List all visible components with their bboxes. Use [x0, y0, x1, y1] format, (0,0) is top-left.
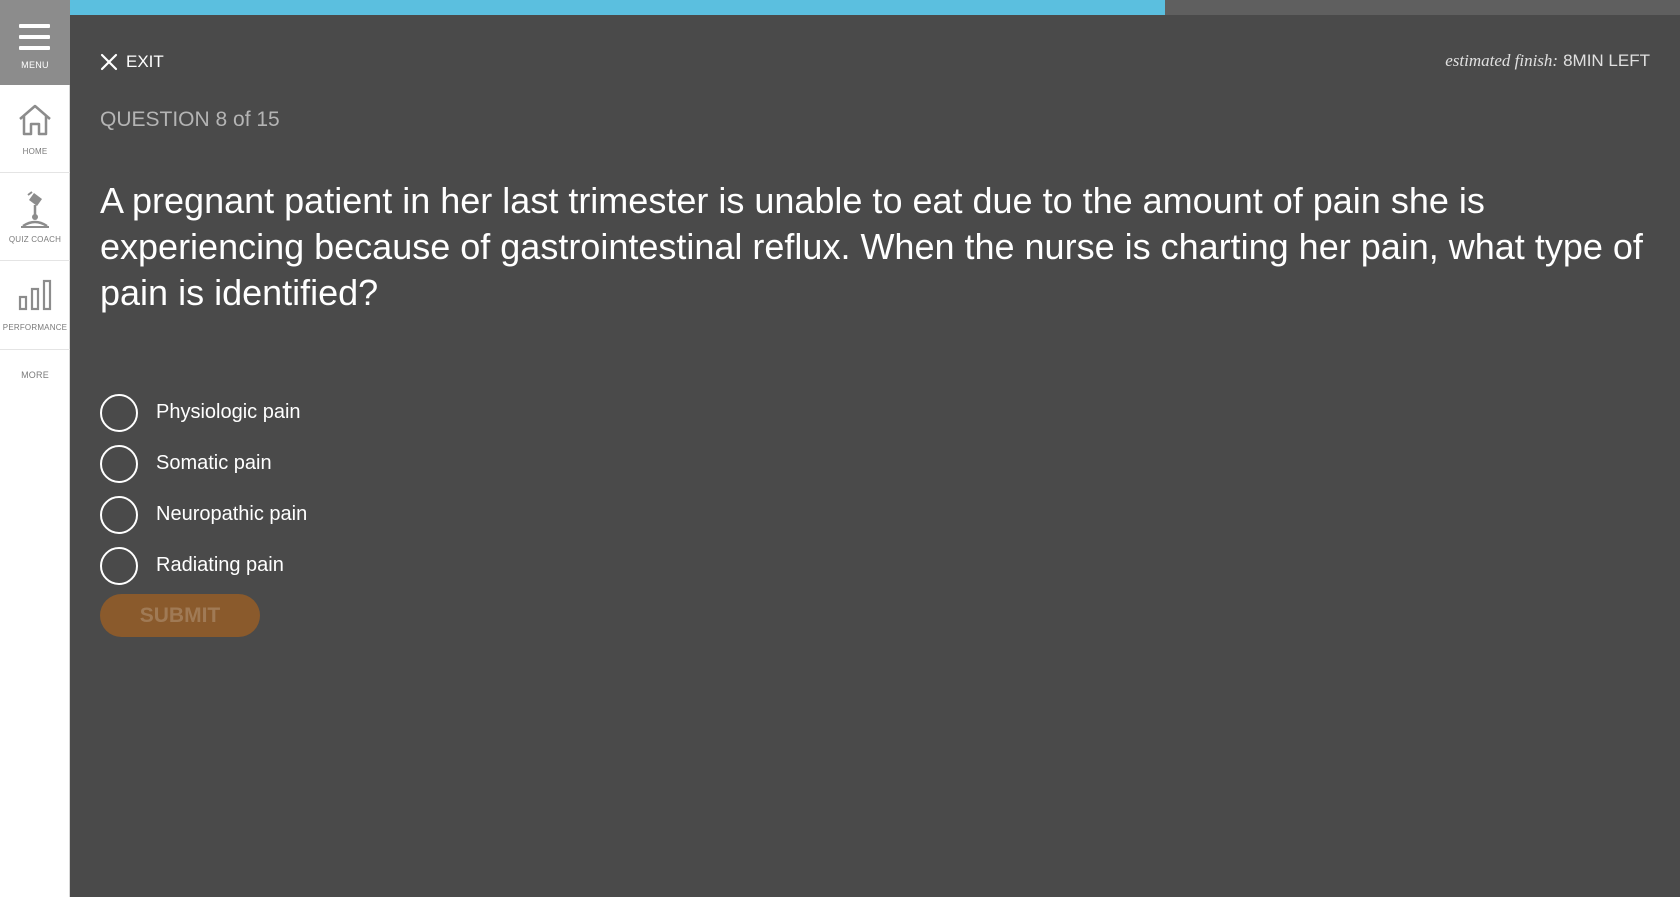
sidebar: MENU HOME QUIZ COACH PERFORMANCE MORE — [0, 0, 70, 897]
close-icon — [100, 53, 118, 71]
exit-button[interactable]: EXIT — [100, 50, 164, 74]
answer-option[interactable]: Neuropathic pain — [100, 489, 307, 540]
answer-option[interactable]: Radiating pain — [100, 540, 307, 591]
question-number: QUESTION 8 of 15 — [100, 108, 280, 131]
answer-option-label: Physiologic pain — [156, 401, 301, 423]
progress-bar — [70, 0, 1680, 15]
radio-button[interactable] — [100, 546, 138, 585]
sidebar-item-label: QUIZ COACH — [8, 235, 62, 244]
performance-icon — [18, 279, 52, 311]
estimated-finish-prefix: estimated finish: — [1445, 51, 1559, 70]
answer-option-label: Somatic pain — [156, 452, 272, 474]
sidebar-item-home[interactable]: HOME — [0, 85, 70, 173]
radio-button[interactable] — [100, 444, 138, 483]
sidebar-item-quiz-coach[interactable]: QUIZ COACH — [0, 173, 70, 261]
progress-fill — [70, 0, 1165, 15]
radio-button[interactable] — [100, 393, 138, 432]
sidebar-item-label: PERFORMANCE — [2, 323, 68, 332]
quiz-coach-icon — [21, 191, 49, 228]
sidebar-item-label: MORE — [21, 370, 49, 380]
estimated-finish: estimated finish: 8MIN LEFT — [1445, 51, 1650, 71]
estimated-finish-value: 8MIN LEFT — [1563, 51, 1650, 70]
submit-button[interactable]: SUBMIT — [100, 594, 260, 637]
sidebar-item-label: HOME — [22, 147, 48, 156]
menu-label: MENU — [21, 60, 49, 70]
answer-option-label: Radiating pain — [156, 554, 284, 576]
answer-option[interactable]: Somatic pain — [100, 438, 307, 489]
answer-option[interactable]: Physiologic pain — [100, 387, 307, 438]
menu-button[interactable]: MENU — [0, 0, 70, 85]
sidebar-item-more[interactable]: MORE — [0, 350, 70, 400]
sidebar-item-performance[interactable]: PERFORMANCE — [0, 261, 70, 350]
home-icon — [19, 104, 51, 136]
hamburger-icon — [19, 24, 50, 50]
question-text: A pregnant patient in her last trimester… — [100, 180, 1643, 313]
exit-label: EXIT — [126, 52, 164, 71]
radio-button[interactable] — [100, 495, 138, 534]
answer-option-label: Neuropathic pain — [156, 503, 308, 525]
answer-options: Physiologic pain Somatic pain Neuropathi… — [100, 387, 307, 591]
